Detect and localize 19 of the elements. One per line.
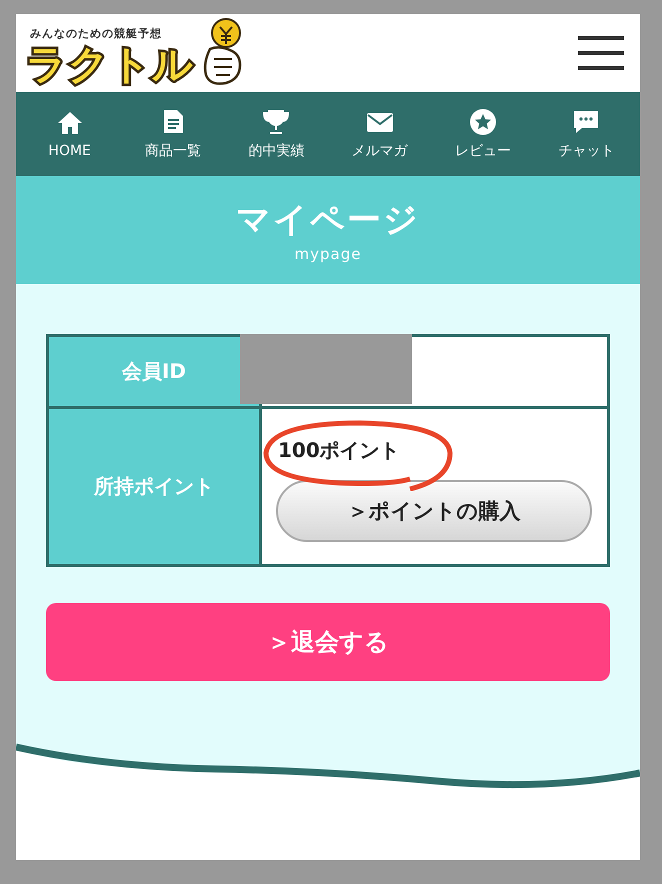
nav-item[interactable]: メルマガ bbox=[328, 108, 432, 160]
page-title: マイページ bbox=[236, 199, 420, 242]
table-label: 会員ID bbox=[48, 336, 260, 408]
home-icon bbox=[56, 109, 84, 137]
table-label: 所持ポイント bbox=[48, 408, 260, 566]
nav-item[interactable]: レビュー bbox=[431, 108, 535, 160]
nav-item[interactable]: 的中実績 bbox=[224, 108, 328, 160]
chat-icon bbox=[572, 108, 600, 136]
nav-item[interactable]: 商品一覧 bbox=[121, 108, 225, 160]
nav-item[interactable]: チャット bbox=[534, 108, 638, 160]
trophy-icon bbox=[262, 108, 290, 136]
points-value: 100ポイント bbox=[277, 437, 400, 464]
logo-tagline: みんなのための競艇予想 bbox=[30, 26, 163, 41]
page-subtitle: mypage bbox=[294, 245, 362, 263]
withdraw-button[interactable]: ＞退会する bbox=[46, 603, 610, 681]
buy-points-button[interactable]: ＞ポイントの購入 bbox=[276, 480, 592, 542]
nav-item[interactable]: HOME bbox=[18, 109, 122, 159]
logo-text: ラクトル bbox=[26, 41, 194, 89]
menu-icon[interactable] bbox=[578, 36, 624, 70]
